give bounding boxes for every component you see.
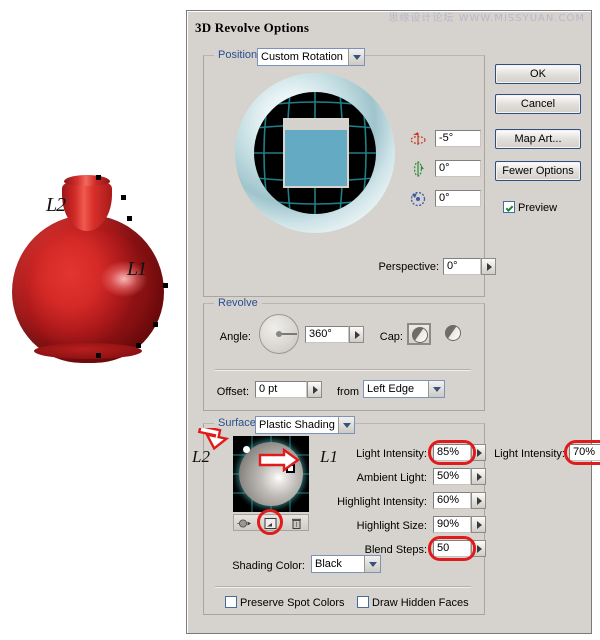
chevron-down-icon[interactable] [428,381,444,397]
position-preset-select[interactable]: Custom Rotation [257,48,365,66]
shading-color-label: Shading Color: [232,560,305,572]
cancel-button[interactable]: Cancel [495,94,581,114]
surface-divider [215,586,471,588]
artwork-canvas: L2 L1 [0,0,186,640]
position-trackball[interactable] [235,73,395,233]
vase-base [34,343,142,359]
revolve-divider [215,369,471,371]
fewer-options-button[interactable]: Fewer Options [495,161,581,181]
draw-hidden-faces-label[interactable]: Draw Hidden Faces [372,597,469,609]
chevron-down-icon[interactable] [364,556,380,572]
offset-stepper[interactable] [307,381,322,398]
cap-on-icon [412,327,428,343]
perspective-input[interactable]: 0° [443,258,481,275]
ambient-light-label: Ambient Light: [356,472,427,484]
cap-on-button[interactable] [407,323,431,345]
anchor-point[interactable] [96,353,101,358]
new-light-highlight-ring [257,509,283,535]
artwork-label-l1: L1 [127,258,147,280]
preserve-spot-colors-checkbox[interactable] [225,596,237,608]
cap-off-icon[interactable] [445,325,461,341]
offset-from-select[interactable]: Left Edge [363,380,445,398]
arrow-to-l1-light-icon [258,448,301,472]
sphere-label-l2: L2 [192,447,210,466]
3d-revolve-options-dialog: 思缘设计论坛 WWW.MISSYUAN.COM 3D Revolve Optio… [186,10,600,634]
site-watermark: 思缘设计论坛 WWW.MISSYUAN.COM [388,13,585,24]
angle-input[interactable]: 360° [305,326,349,343]
vase-body [12,215,164,363]
trackball-sphere[interactable] [254,92,376,214]
ambient-light-input[interactable]: 50% [433,468,471,485]
light-marker-l2[interactable] [243,446,250,453]
rotation-x-input[interactable]: -5° [435,130,481,147]
shading-type-select[interactable]: Plastic Shading [255,416,355,434]
perspective-label: Perspective: [378,261,439,273]
highlight-size-stepper[interactable] [471,516,486,533]
ok-button[interactable]: OK [495,64,581,84]
rotate-x-icon[interactable] [409,130,427,148]
ambient-light-stepper[interactable] [471,468,486,485]
light-intensity-highlight-ring [428,440,476,465]
chevron-down-icon[interactable] [338,417,354,433]
move-light-icon[interactable] [237,517,252,530]
angle-dial-hub [276,331,282,337]
artwork-label-l2: L2 [46,194,66,216]
angle-dial[interactable] [259,314,299,354]
anchor-point[interactable] [96,175,101,180]
trackball-face-top-edge [285,120,347,130]
shading-color-select[interactable]: Black [311,555,381,573]
shading-type-value: Plastic Shading [259,419,335,431]
revolved-vase-object[interactable] [8,175,178,365]
offset-from-value: Left Edge [367,383,415,395]
position-preset-value: Custom Rotation [261,51,343,63]
anchor-point[interactable] [153,322,158,327]
anchor-point[interactable] [127,216,132,221]
highlight-intensity-label: Highlight Intensity: [337,496,427,508]
cap-label: Cap: [379,331,403,343]
angle-label: Angle: [219,331,251,343]
annotation-light-intensity-ring [564,440,600,465]
trackball-front-face[interactable] [283,118,349,188]
vase-lip [64,175,110,186]
highlight-intensity-input[interactable]: 60% [433,492,471,509]
offset-input[interactable]: 0 pt [255,381,307,398]
annotation-light-intensity-label: Light Intensity: [494,448,565,460]
anchor-point[interactable] [163,283,168,288]
chevron-down-icon[interactable] [348,49,364,65]
rotate-y-icon[interactable] [409,160,427,178]
shading-color-value: Black [315,558,342,570]
preserve-spot-colors-label[interactable]: Preserve Spot Colors [240,597,345,609]
anchor-point[interactable] [121,195,126,200]
dialog-title: 3D Revolve Options [195,20,310,35]
draw-hidden-faces-checkbox[interactable] [357,596,369,608]
preview-checkbox[interactable] [503,201,515,213]
highlight-intensity-stepper[interactable] [471,492,486,509]
highlight-size-label: Highlight Size: [356,520,427,532]
map-art-button[interactable]: Map Art... [495,129,581,149]
preview-label[interactable]: Preview [518,202,557,214]
sphere-label-l1: L1 [320,447,338,466]
rotation-z-input[interactable]: 0° [435,190,481,207]
highlight-size-input[interactable]: 90% [433,516,471,533]
offset-from-label: from [337,386,359,398]
anchor-point[interactable] [136,343,141,348]
perspective-stepper[interactable] [481,258,496,275]
angle-stepper[interactable] [349,326,364,343]
rotate-z-icon[interactable] [409,190,427,208]
revolve-group-label: Revolve [214,297,262,309]
blend-steps-highlight-ring [428,536,476,561]
rotation-y-input[interactable]: 0° [435,160,481,177]
offset-label: Offset: [216,386,249,398]
